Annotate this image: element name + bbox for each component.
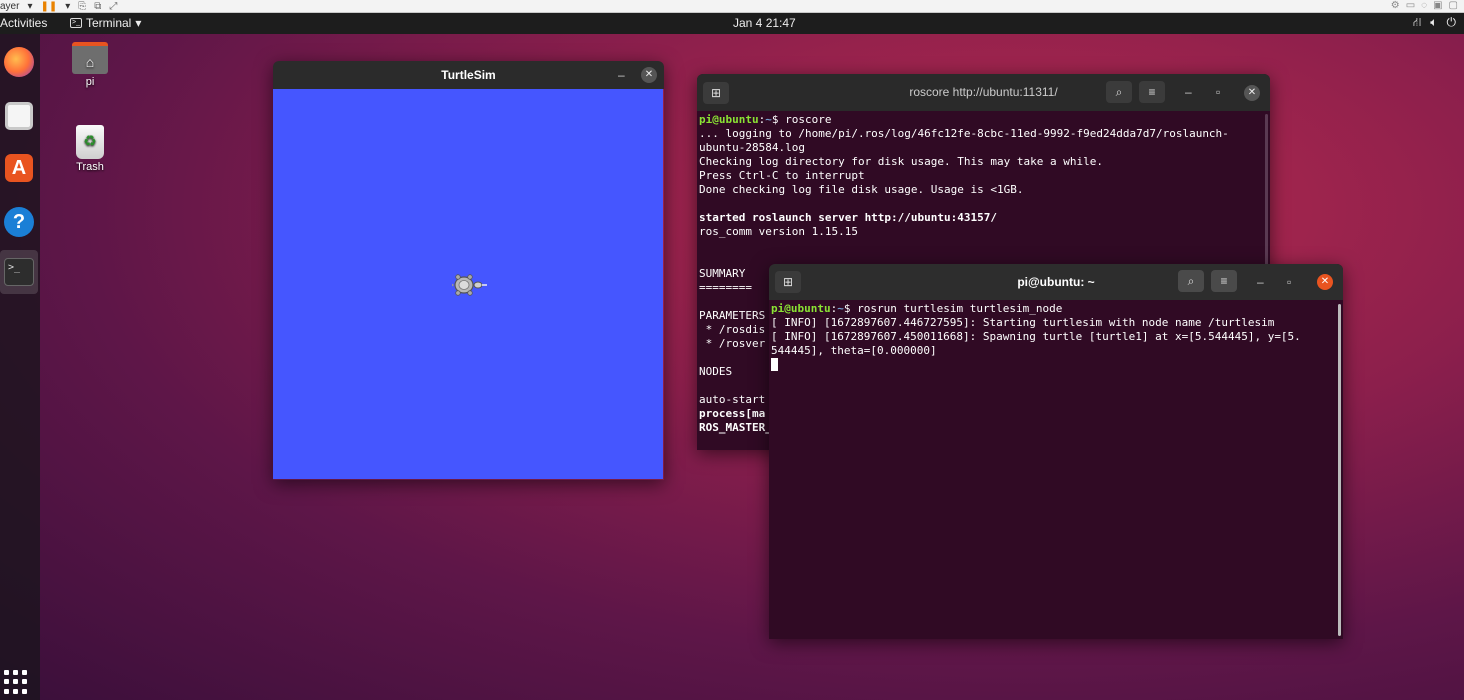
search-icon[interactable]: ⌕ [1106, 81, 1132, 103]
turtlesim-terminal-title: pi@ubuntu: ~ [1017, 275, 1095, 289]
text-cursor [771, 358, 778, 371]
dock-software[interactable]: A [0, 146, 38, 190]
player-menu-chevron-icon[interactable]: ▾ [27, 1, 32, 12]
desktop-trash[interactable]: ♻ Trash [65, 125, 115, 173]
turtlesim-titlebar[interactable]: TurtleSim – ✕ [273, 61, 664, 89]
terminal-line: 544445], theta=[0.000000] [771, 344, 937, 357]
unity-icon[interactable]: ⧉ [94, 1, 101, 12]
trash-label: Trash [76, 161, 104, 173]
player-menu[interactable]: ayer [0, 1, 19, 12]
vm-device-icon[interactable]: ⚙ [1391, 0, 1400, 11]
firefox-icon [4, 47, 34, 77]
terminal-app-icon: >_ [4, 258, 34, 286]
home-folder-icon: ⌂ [72, 42, 108, 74]
vm-display-icon[interactable]: ▢ [1449, 0, 1458, 11]
close-icon[interactable]: ✕ [1244, 85, 1260, 101]
pause-chevron-icon[interactable]: ▾ [65, 1, 70, 12]
hamburger-menu-icon[interactable]: ≡ [1139, 81, 1165, 103]
close-icon[interactable]: ✕ [1317, 274, 1333, 290]
maximize-icon[interactable]: ▫ [1287, 264, 1291, 300]
desktop-home-folder[interactable]: ⌂ pi [65, 42, 115, 88]
trash-icon: ♻ [76, 125, 104, 159]
close-icon[interactable]: ✕ [641, 67, 657, 83]
roscore-titlebar[interactable]: ⊞ roscore http://ubuntu:11311/ ⌕ ≡ – ▫ ✕ [697, 74, 1270, 111]
top-bar: Activities >_ Terminal ▾ Jan 4 21:47 ⛙ 🔈… [0, 13, 1464, 34]
activities-button[interactable]: Activities [0, 16, 47, 30]
terminal-line: pi@ubuntu:~$ rosrun turtlesim turtlesim_… [771, 302, 1063, 315]
hamburger-menu-icon[interactable]: ≡ [1211, 270, 1237, 292]
prompt-path: ~ [765, 113, 772, 126]
pause-icon[interactable]: ❚❚ [40, 1, 57, 12]
vm-player-toolbar: ayer ▾ ❚❚ ▾ ⎘ ⧉ ⤢ ⚙ ▭ ◌ ▣ ▢ [0, 0, 1464, 13]
dock-help[interactable]: ? [0, 200, 38, 244]
roscore-title: roscore http://ubuntu:11311/ [909, 85, 1058, 99]
dock: A ? >_ [0, 34, 40, 700]
minimize-icon[interactable]: – [1257, 264, 1264, 300]
roscore-scrollbar[interactable] [1265, 114, 1268, 274]
terminal-line: [ INFO] [1672897607.450011668]: Spawning… [771, 330, 1301, 343]
terminal-line: Checking log directory for disk usage. T… [699, 155, 1103, 168]
turtlesim-canvas [273, 89, 663, 479]
volume-icon[interactable]: 🔈︎ [1430, 15, 1437, 31]
minimize-icon[interactable]: – [1185, 74, 1192, 111]
network-icon[interactable]: ⛙ [1413, 15, 1421, 31]
turtlesim-terminal-titlebar[interactable]: ⊞ pi@ubuntu: ~ ⌕ ≡ – ▫ ✕ [769, 264, 1343, 300]
send-ctrl-alt-del-icon[interactable]: ⎘ [78, 1, 86, 12]
new-tab-icon[interactable]: ⊞ [703, 82, 729, 104]
turtlesim-terminal-output[interactable]: pi@ubuntu:~$ rosrun turtlesim turtlesim_… [769, 300, 1343, 374]
app-menu-label: Terminal [86, 16, 132, 30]
maximize-icon[interactable]: ▫ [1216, 74, 1220, 111]
turtle-icon [452, 274, 487, 296]
turtlesim-window[interactable]: TurtleSim – ✕ [273, 61, 664, 480]
vm-usb-icon[interactable]: ◌ [1421, 0, 1427, 11]
terminal-line: Done checking log file disk usage. Usage… [699, 183, 1024, 196]
vm-network-icon[interactable]: ▭ [1406, 0, 1415, 11]
show-applications-icon[interactable] [4, 670, 28, 694]
home-folder-label: pi [85, 76, 95, 88]
turtlesim-terminal-window[interactable]: ⊞ pi@ubuntu: ~ ⌕ ≡ – ▫ ✕ pi@ubuntu:~$ ro… [769, 264, 1343, 639]
system-tray[interactable]: ⛙ 🔈︎ ⏻ [1413, 15, 1456, 31]
new-tab-icon[interactable]: ⊞ [775, 271, 801, 293]
files-icon [5, 102, 33, 130]
prompt-user: pi@ubuntu [771, 302, 831, 315]
dock-firefox[interactable] [0, 40, 38, 84]
terminal-line: Press Ctrl-C to interrupt [699, 169, 865, 182]
dock-terminal[interactable]: >_ [0, 250, 38, 294]
prompt-user: pi@ubuntu [699, 113, 759, 126]
terminal-line: ros_comm version 1.15.15 [699, 225, 858, 238]
minimize-icon[interactable]: – [618, 61, 625, 89]
software-store-icon: A [5, 154, 33, 182]
terminal-line: pi@ubuntu:~$ roscore [699, 113, 832, 126]
app-menu[interactable]: >_ Terminal ▾ [70, 16, 141, 30]
fullscreen-icon[interactable]: ⤢ [109, 1, 117, 12]
terminal-line: started roslaunch server http://ubuntu:4… [699, 211, 998, 224]
help-icon: ? [4, 207, 34, 237]
turtlesim-title: TurtleSim [441, 68, 496, 82]
terminal-icon: >_ [70, 18, 82, 28]
prompt-command: roscore [785, 113, 832, 126]
terminal-line: [ INFO] [1672897607.446727595]: Starting… [771, 316, 1275, 329]
turtlesim-terminal-scrollbar[interactable] [1338, 304, 1341, 636]
power-icon[interactable]: ⏻ [1447, 15, 1457, 31]
dock-files[interactable] [0, 94, 38, 138]
search-icon[interactable]: ⌕ [1178, 270, 1204, 292]
prompt-path: ~ [837, 302, 844, 315]
prompt-command: rosrun turtlesim turtlesim_node [857, 302, 1063, 315]
terminal-line: ubuntu-28584.log [699, 141, 805, 154]
clock[interactable]: Jan 4 21:47 [733, 16, 796, 30]
chevron-down-icon: ▾ [135, 16, 142, 30]
terminal-line: ... logging to /home/pi/.ros/log/46fc12f… [699, 127, 1229, 140]
vm-sound-icon[interactable]: ▣ [1433, 0, 1442, 11]
